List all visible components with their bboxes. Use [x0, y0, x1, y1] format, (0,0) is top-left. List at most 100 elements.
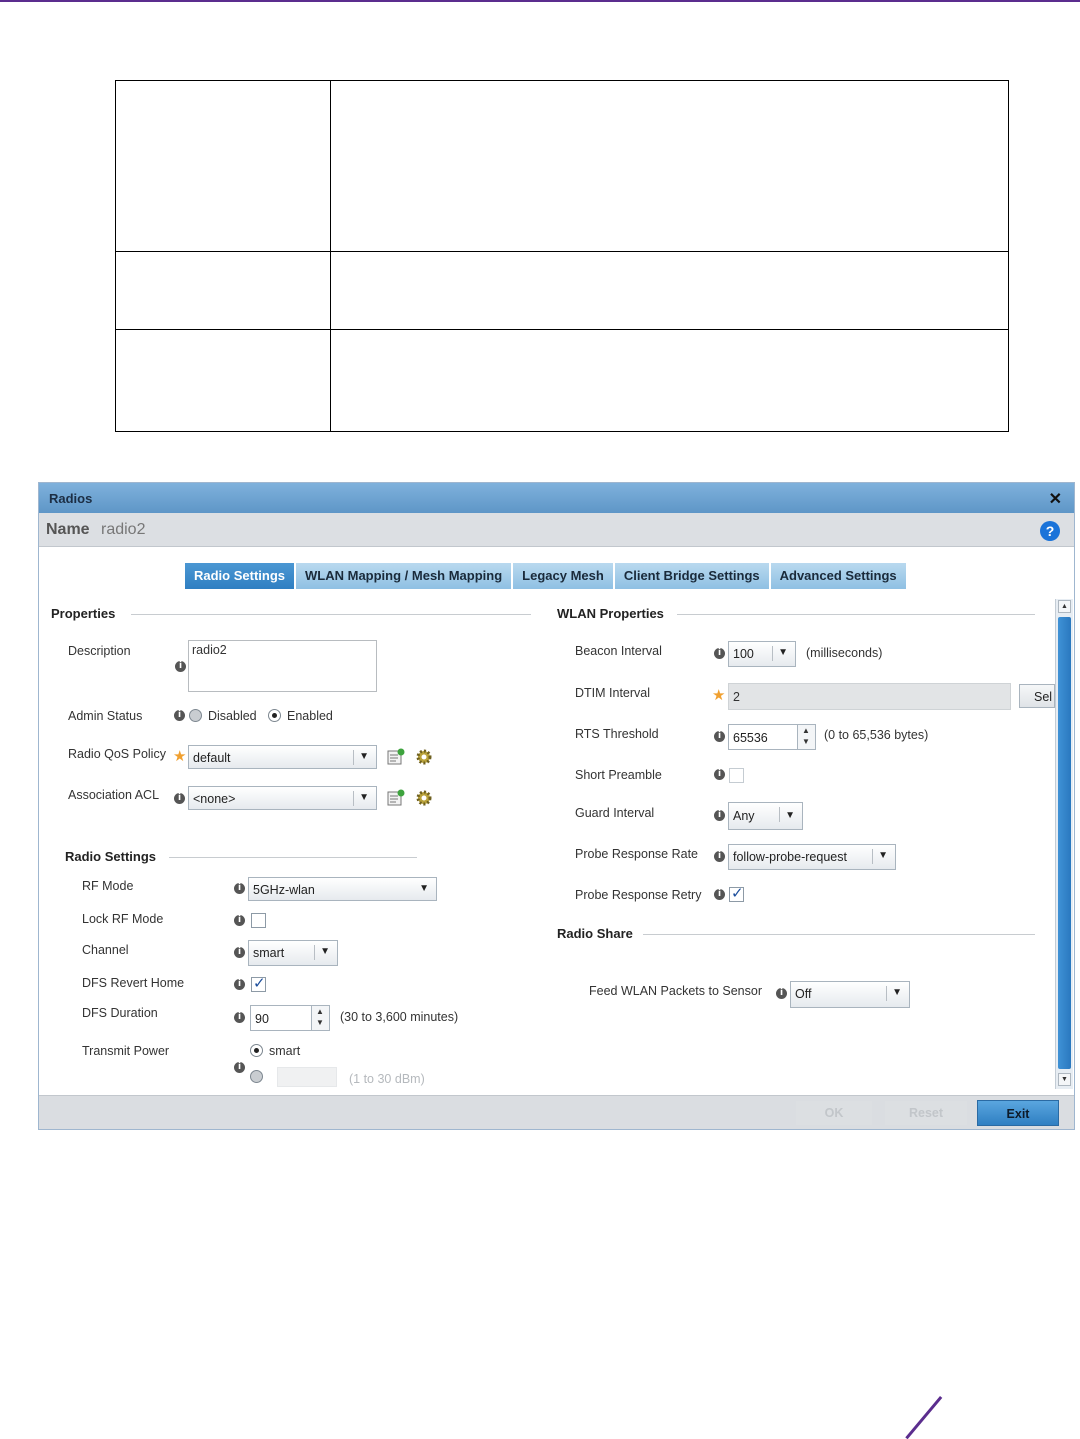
chevron-up-icon[interactable]: ▲: [316, 1007, 324, 1016]
chevron-up-icon[interactable]: ▲: [802, 726, 810, 735]
dtim-interval-label: DTIM Interval: [575, 686, 651, 700]
dfs-duration-label: DFS Duration: [82, 1006, 158, 1020]
association-acl-select[interactable]: <none> ▼: [188, 786, 377, 810]
info-icon: i: [234, 947, 245, 958]
dialog-title: Radios: [49, 491, 93, 506]
probe-response-rate-select[interactable]: follow-probe-request ▼: [728, 844, 896, 870]
info-icon: i: [776, 988, 787, 999]
chevron-down-icon: ▼: [785, 810, 795, 821]
channel-value: smart: [253, 946, 285, 960]
chevron-down-icon: ▼: [419, 883, 429, 894]
probe-response-rate-value: follow-probe-request: [733, 850, 847, 864]
transmit-power-input[interactable]: [277, 1067, 337, 1087]
guard-interval-select[interactable]: Any ▼: [728, 802, 803, 830]
name-bar: Name radio2 ?: [39, 513, 1074, 547]
select-separator: [353, 791, 354, 806]
gear-icon[interactable]: [415, 748, 433, 766]
tab-client-bridge-settings[interactable]: Client Bridge Settings: [614, 563, 771, 589]
scroll-up-icon[interactable]: ▲: [1058, 600, 1071, 613]
scroll-down-icon[interactable]: ▼: [1058, 1073, 1071, 1086]
exit-button[interactable]: Exit: [977, 1100, 1059, 1126]
feed-wlan-packets-select[interactable]: Off ▼: [790, 981, 910, 1008]
transmit-power-smart-radio[interactable]: [250, 1044, 263, 1057]
create-policy-icon[interactable]: [387, 748, 405, 766]
select-separator: [886, 986, 887, 1001]
select-button[interactable]: Sel: [1019, 684, 1055, 708]
gear-icon[interactable]: [415, 789, 433, 807]
reset-button[interactable]: Reset: [885, 1101, 967, 1125]
dfs-duration-range: (30 to 3,600 minutes): [340, 1010, 459, 1024]
admin-enabled-radio[interactable]: [268, 709, 281, 722]
chevron-down-icon: ▼: [320, 946, 330, 957]
rf-mode-select[interactable]: 5GHz-wlan ▼: [248, 877, 437, 901]
create-acl-icon[interactable]: [387, 789, 405, 807]
info-icon: i: [714, 731, 725, 742]
section-divider: [643, 934, 1035, 935]
beacon-interval-unit: (milliseconds): [806, 646, 883, 660]
qos-policy-select[interactable]: default ▼: [188, 745, 377, 769]
short-preamble-label: Short Preamble: [575, 768, 662, 782]
rts-threshold-label: RTS Threshold: [575, 727, 659, 741]
info-icon: i: [714, 648, 725, 659]
info-icon: i: [234, 979, 245, 990]
beacon-interval-select[interactable]: 100 ▼: [728, 641, 796, 667]
close-icon[interactable]: ✕: [1049, 489, 1062, 509]
table-row: [116, 81, 1008, 251]
association-acl-value: <none>: [193, 792, 236, 806]
qos-policy-label: Radio QoS Policy: [68, 747, 166, 761]
required-star-icon: ★: [712, 687, 726, 704]
probe-response-retry-label: Probe Response Retry: [575, 888, 702, 902]
rts-threshold-value: 65536: [733, 731, 768, 745]
info-icon: i: [714, 810, 725, 821]
admin-enabled-label: Enabled: [287, 709, 333, 723]
stepper-buttons[interactable]: ▲ ▼: [311, 1006, 329, 1030]
description-input[interactable]: radio2: [188, 640, 377, 692]
stepper-buttons[interactable]: ▲ ▼: [797, 725, 815, 749]
transmit-power-range: (1 to 30 dBm): [349, 1072, 425, 1086]
lock-rf-mode-label: Lock RF Mode: [82, 912, 164, 926]
info-icon: i: [714, 769, 725, 780]
rf-mode-value: 5GHz-wlan: [253, 883, 315, 897]
dfs-duration-stepper[interactable]: 90 ▲ ▼: [250, 1005, 330, 1031]
scrollbar-thumb[interactable]: [1058, 617, 1071, 1069]
tab-wlan-mapping[interactable]: WLAN Mapping / Mesh Mapping: [296, 563, 514, 589]
dtim-interval-value: 2: [733, 690, 740, 704]
probe-response-retry-checkbox[interactable]: [729, 884, 744, 902]
properties-heading: Properties: [51, 606, 116, 621]
help-icon[interactable]: ?: [1040, 521, 1060, 541]
vertical-scrollbar[interactable]: ▲ ▼: [1055, 599, 1073, 1089]
radio-settings-heading: Radio Settings: [65, 849, 157, 864]
transmit-power-custom-radio[interactable]: [250, 1070, 263, 1083]
info-icon: i: [175, 661, 186, 672]
wlan-properties-heading: WLAN Properties: [557, 606, 664, 621]
table-row: [116, 329, 1008, 431]
tab-radio-settings[interactable]: Radio Settings: [185, 563, 297, 589]
channel-select[interactable]: smart ▼: [248, 940, 338, 966]
tab-bar: Radio Settings WLAN Mapping / Mesh Mappi…: [185, 563, 908, 589]
dfs-duration-value: 90: [255, 1012, 269, 1026]
dfs-revert-home-checkbox[interactable]: [251, 974, 266, 992]
feed-wlan-packets-label: Feed WLAN Packets to Sensor: [589, 984, 762, 998]
tab-advanced-settings[interactable]: Advanced Settings: [770, 563, 908, 589]
dtim-interval-input[interactable]: 2: [728, 683, 1011, 710]
document-table: [115, 80, 1009, 432]
chevron-down-icon: ▼: [878, 850, 888, 861]
info-icon: i: [714, 889, 725, 900]
tab-legacy-mesh[interactable]: Legacy Mesh: [513, 563, 615, 589]
chevron-down-icon[interactable]: ▼: [802, 737, 810, 746]
name-label: Name: [46, 521, 90, 538]
info-icon: i: [174, 710, 185, 721]
ok-button[interactable]: OK: [796, 1101, 872, 1125]
info-icon: i: [714, 851, 725, 862]
section-divider: [677, 614, 1035, 615]
dialog-footer: OK Reset Exit: [39, 1095, 1074, 1129]
feed-wlan-packets-value: Off: [795, 987, 812, 1001]
probe-response-rate-label: Probe Response Rate: [575, 847, 698, 861]
chevron-down-icon[interactable]: ▼: [316, 1018, 324, 1027]
chevron-down-icon: ▼: [778, 647, 788, 658]
short-preamble-checkbox[interactable]: [729, 768, 744, 783]
rts-threshold-stepper[interactable]: 65536 ▲ ▼: [728, 724, 816, 750]
admin-disabled-radio[interactable]: [189, 709, 202, 722]
lock-rf-mode-checkbox[interactable]: [251, 913, 266, 928]
select-separator: [772, 646, 773, 661]
